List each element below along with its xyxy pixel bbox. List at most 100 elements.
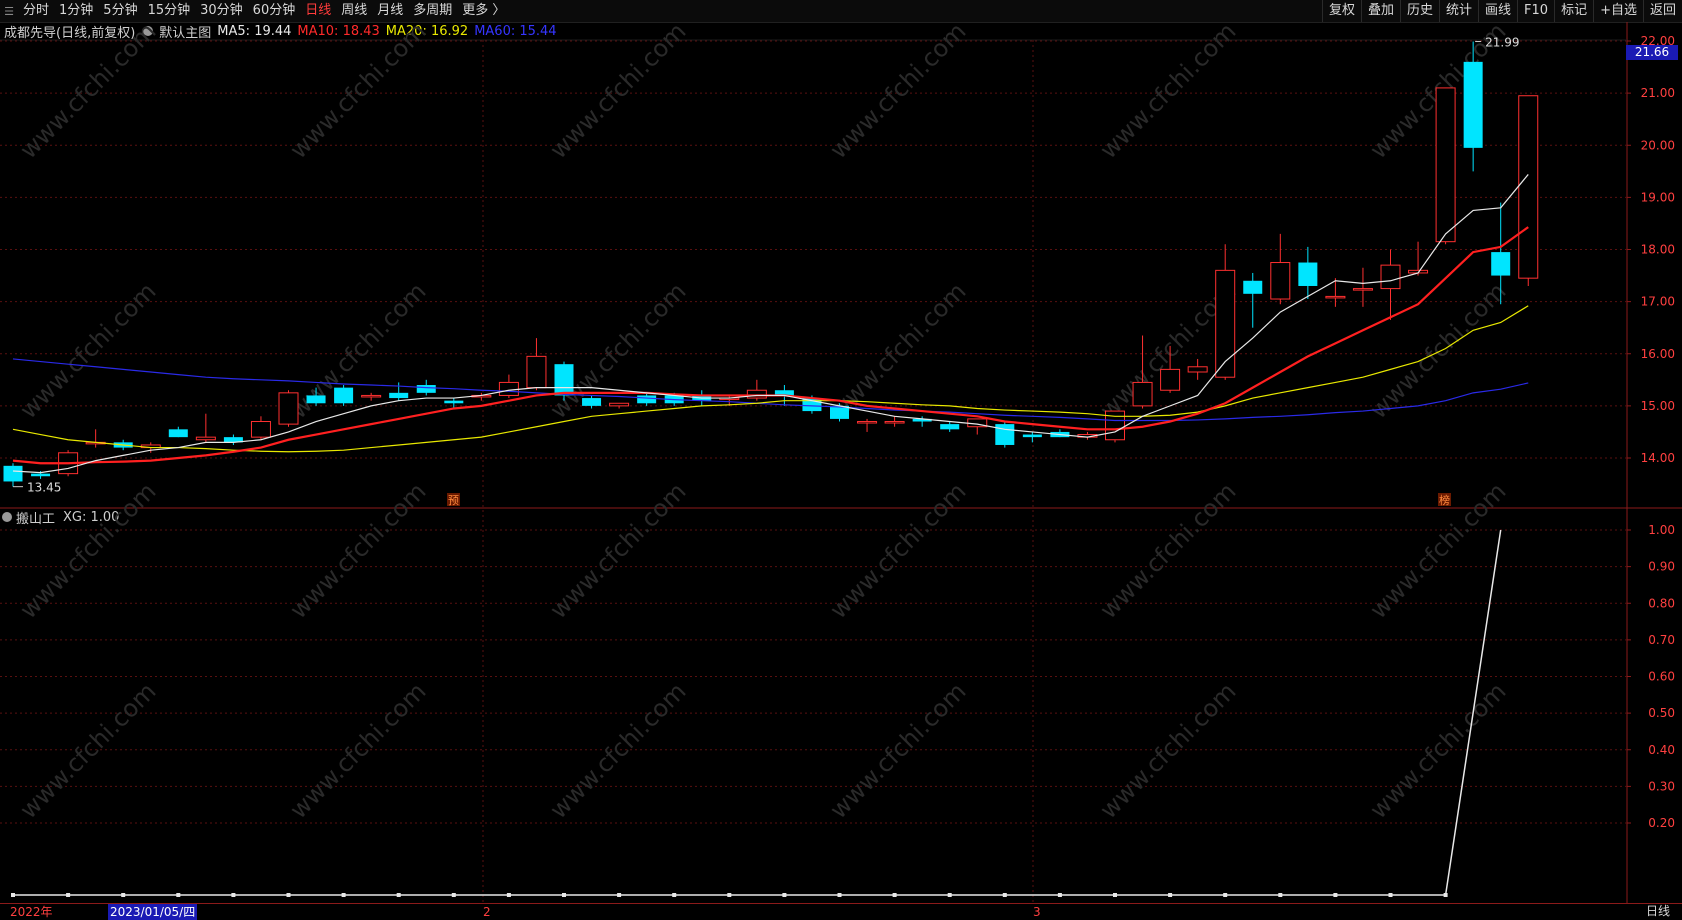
- indicator-dot: [1388, 893, 1393, 897]
- indicator-dot: [1223, 893, 1228, 897]
- indicator-dot: [231, 893, 236, 897]
- indicator-dot: [1443, 893, 1448, 897]
- candle-body: [1518, 95, 1539, 279]
- candle-body: [609, 402, 630, 407]
- time-axis-bar: 2022年 2023/01/05/四 2 3: [0, 903, 1682, 920]
- indicator-dot: [727, 893, 732, 897]
- candle-body: [334, 387, 354, 404]
- watermark-text: www.cfchi.com: [544, 677, 691, 824]
- indicator-dot: [121, 893, 126, 897]
- sub-axis-label: 0.80: [1648, 596, 1675, 610]
- candle-body: [995, 424, 1015, 445]
- indicator-dot: [11, 893, 15, 897]
- candle-body: [444, 400, 464, 404]
- sub-axis-label: 0.30: [1648, 779, 1675, 793]
- candle-body: [940, 424, 960, 430]
- candle-body: [416, 385, 436, 393]
- candle-body: [498, 381, 519, 396]
- indicator-dot: [892, 893, 897, 897]
- candle-body: [1325, 295, 1346, 299]
- candle-body: [1022, 434, 1042, 438]
- indicator-dot: [1057, 893, 1062, 897]
- candle-body: [168, 429, 188, 438]
- watermark-text: www.cfchi.com: [14, 477, 161, 624]
- period-indicator[interactable]: 日线: [1646, 903, 1670, 919]
- time-label-year: 2022年: [10, 905, 53, 919]
- candle-body: [1270, 262, 1291, 300]
- indicator-dot: [286, 893, 291, 897]
- candle-body: [582, 398, 602, 406]
- watermark-text: www.cfchi.com: [14, 677, 161, 824]
- indicator-dot: [837, 893, 842, 897]
- watermark-text: www.cfchi.com: [284, 17, 431, 164]
- candle-body: [857, 421, 878, 424]
- watermark-text: www.cfchi.com: [824, 677, 971, 824]
- price-label: 18.00: [1641, 243, 1675, 257]
- indicator-dot: [396, 893, 401, 897]
- price-label: 14.00: [1641, 451, 1675, 465]
- candle-body: [1132, 381, 1153, 407]
- kline-chart[interactable]: 22.0021.0020.0019.0018.0017.0016.0015.00…: [0, 0, 1682, 919]
- sub-axis-label: 0.40: [1648, 743, 1675, 757]
- sub-axis-label: 0.20: [1648, 816, 1675, 830]
- watermark-text: www.cfchi.com: [1364, 677, 1511, 824]
- candle-body: [1352, 288, 1373, 291]
- candle-body: [195, 436, 216, 441]
- price-label: 16.00: [1641, 347, 1675, 361]
- candle-body: [1463, 61, 1483, 148]
- candle-body: [746, 389, 767, 399]
- watermark-text: www.cfchi.com: [1094, 477, 1241, 624]
- sub-axis-label: 0.90: [1648, 560, 1675, 574]
- watermark-text: www.cfchi.com: [544, 17, 691, 164]
- candle-body: [1187, 366, 1208, 373]
- watermark-text: www.cfchi.com: [544, 477, 691, 624]
- watermark-text: www.cfchi.com: [284, 477, 431, 624]
- watermark-text: www.cfchi.com: [284, 677, 431, 824]
- candle-body: [361, 394, 382, 398]
- candle-body: [1491, 252, 1511, 276]
- indicator-dot: [782, 893, 787, 897]
- candle-body: [1380, 264, 1401, 290]
- sub-axis-label: 0.70: [1648, 633, 1675, 647]
- sub-axis-label: 1.00: [1648, 523, 1675, 537]
- time-label-month3: 3: [1033, 905, 1041, 919]
- ma60-line: [12, 358, 1529, 422]
- indicator-dot: [1278, 893, 1283, 897]
- watermark-text: www.cfchi.com: [1094, 677, 1241, 824]
- high-label: 21.99: [1485, 36, 1519, 50]
- indicator-dot: [562, 893, 566, 897]
- price-label: 15.00: [1641, 399, 1675, 413]
- time-label-cursor: 2023/01/05/四: [108, 904, 198, 920]
- ma10-line: [12, 226, 1529, 465]
- candle-body: [31, 473, 51, 477]
- indicator-dot: [451, 893, 456, 897]
- candle-body: [554, 364, 574, 396]
- watermark-text: www.cfchi.com: [14, 17, 161, 164]
- candle-body: [884, 421, 905, 424]
- candle-body: [1243, 280, 1263, 294]
- price-label: 17.00: [1641, 295, 1675, 309]
- indicator-dot: [947, 893, 952, 897]
- watermark-text: www.cfchi.com: [284, 277, 431, 424]
- indicator-dot: [341, 893, 346, 897]
- indicator-dot: [1113, 893, 1117, 897]
- price-label: 21.00: [1641, 86, 1675, 100]
- sub-axis-label: 0.50: [1648, 706, 1675, 720]
- watermark-text: www.cfchi.com: [1094, 17, 1241, 164]
- low-label: 13.45: [27, 481, 61, 495]
- candle-body: [250, 421, 271, 438]
- indicator-dot: [176, 893, 181, 897]
- candle-body: [3, 465, 23, 482]
- candle-body: [1435, 87, 1456, 243]
- price-label: 19.00: [1641, 190, 1675, 204]
- current-price-tag: 21.66: [1626, 45, 1678, 60]
- candle-body: [278, 392, 299, 425]
- watermark-text: www.cfchi.com: [824, 17, 971, 164]
- indicator-dot: [506, 893, 511, 897]
- indicator-dot: [1002, 893, 1007, 897]
- indicator-line: [13, 529, 1502, 896]
- indicator-dot: [617, 893, 622, 897]
- candle-body: [1160, 368, 1181, 391]
- watermark-text: www.cfchi.com: [824, 477, 971, 624]
- marker-label: 预: [448, 494, 459, 507]
